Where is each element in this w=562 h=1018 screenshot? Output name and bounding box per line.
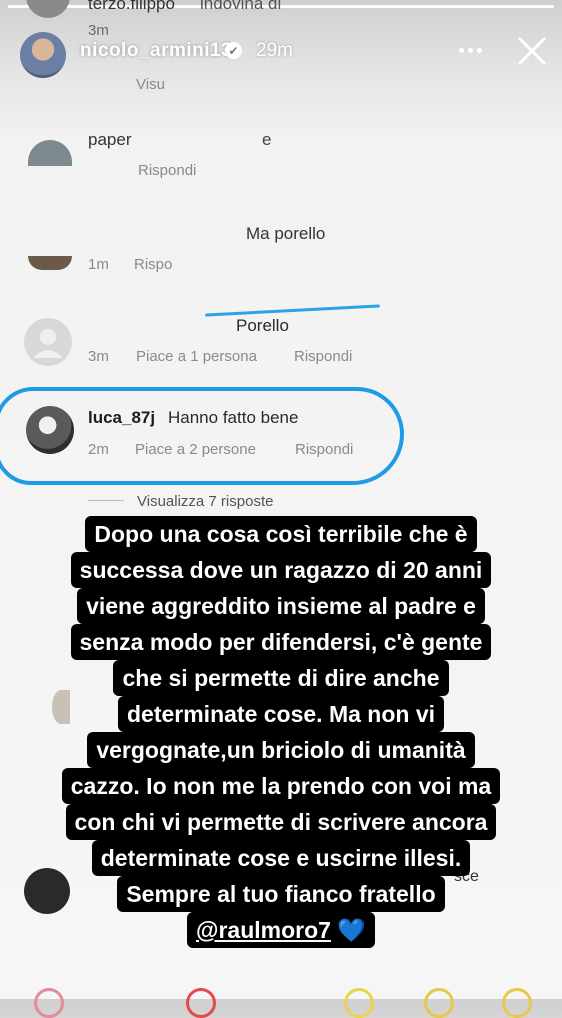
story-avatar[interactable] bbox=[20, 32, 66, 78]
like-count[interactable]: Piace a 1 persona bbox=[136, 348, 257, 365]
reaction-icon[interactable] bbox=[344, 988, 374, 1018]
mention-link[interactable]: @raulmoro7 bbox=[196, 917, 331, 943]
reply-button[interactable]: Rispondi bbox=[294, 348, 352, 365]
reaction-icon[interactable] bbox=[106, 988, 136, 1018]
reply-button[interactable]: Rispondi bbox=[295, 441, 353, 458]
comment-avatar bbox=[28, 256, 72, 270]
reaction-icon[interactable] bbox=[34, 988, 64, 1018]
comment-text: Visu bbox=[136, 76, 165, 93]
story-text-overlay: Dopo una cosa così terribile che è succe… bbox=[0, 516, 562, 948]
reply-button[interactable]: Rispo bbox=[134, 256, 172, 273]
story-username[interactable]: nicolo_armini13 bbox=[80, 40, 232, 62]
overlay-line: determinate cose. Ma non vi bbox=[117, 696, 445, 732]
comment-text: Porello bbox=[236, 316, 289, 335]
verified-badge-icon: ✔ bbox=[225, 42, 242, 59]
comment-avatar bbox=[26, 406, 74, 454]
default-avatar-icon bbox=[24, 318, 72, 366]
reply-button[interactable]: Rispondi bbox=[138, 162, 196, 179]
overlay-line: Sempre al tuo fianco fratello bbox=[117, 876, 445, 912]
blue-heart-icon: 💙 bbox=[337, 917, 366, 943]
annotation-stroke bbox=[205, 304, 380, 317]
comment-time: 1m bbox=[88, 256, 109, 273]
reaction-icon[interactable] bbox=[264, 988, 294, 1018]
comment-avatar bbox=[26, 0, 70, 18]
mention-line[interactable]: @raulmoro7 💙 bbox=[187, 912, 375, 948]
view-replies-link[interactable]: Visualizza 7 risposte bbox=[137, 493, 273, 510]
comment-text: e bbox=[262, 130, 272, 149]
reaction-icon[interactable] bbox=[424, 988, 454, 1018]
like-count[interactable]: Piace a 2 persone bbox=[135, 441, 256, 458]
replies-divider bbox=[88, 500, 124, 501]
overlay-line: con chi vi permette di scrivere ancora bbox=[65, 804, 497, 840]
reaction-icon[interactable] bbox=[186, 988, 216, 1018]
overlay-line: viene aggreddito insieme al padre e bbox=[77, 588, 485, 624]
comment-text: Hanno fatto bene bbox=[168, 408, 299, 427]
story-time: 29m bbox=[256, 40, 293, 61]
close-icon[interactable] bbox=[515, 34, 549, 68]
overlay-line: determinate cose e uscirne illesi. bbox=[91, 840, 471, 876]
overlay-line: senza modo per difendersi, c'è gente bbox=[70, 624, 492, 660]
overlay-line: vergognate,un briciolo di umanità bbox=[87, 732, 475, 768]
comment-username: terzo.filippo bbox=[88, 0, 175, 13]
comment-time: 3m bbox=[88, 348, 109, 365]
overlay-line: Dopo una cosa così terribile che è bbox=[85, 516, 477, 552]
comment-time: 2m bbox=[88, 441, 109, 458]
more-icon[interactable] bbox=[452, 38, 488, 62]
overlay-line: successa dove un ragazzo di 20 anni bbox=[70, 552, 492, 588]
comment-time: 3m bbox=[88, 22, 109, 39]
overlay-line: cazzo. Io non me la prendo con voi ma bbox=[61, 768, 501, 804]
comment-text: indovina di bbox=[200, 0, 282, 13]
comment-username: paper bbox=[88, 130, 132, 149]
overlay-line: che si permette di dire anche bbox=[113, 660, 449, 696]
comment-avatar bbox=[28, 140, 72, 166]
reaction-icon[interactable] bbox=[502, 988, 532, 1018]
comment-username[interactable]: luca_87j bbox=[88, 408, 155, 428]
comment-text: Ma porello bbox=[246, 224, 326, 243]
